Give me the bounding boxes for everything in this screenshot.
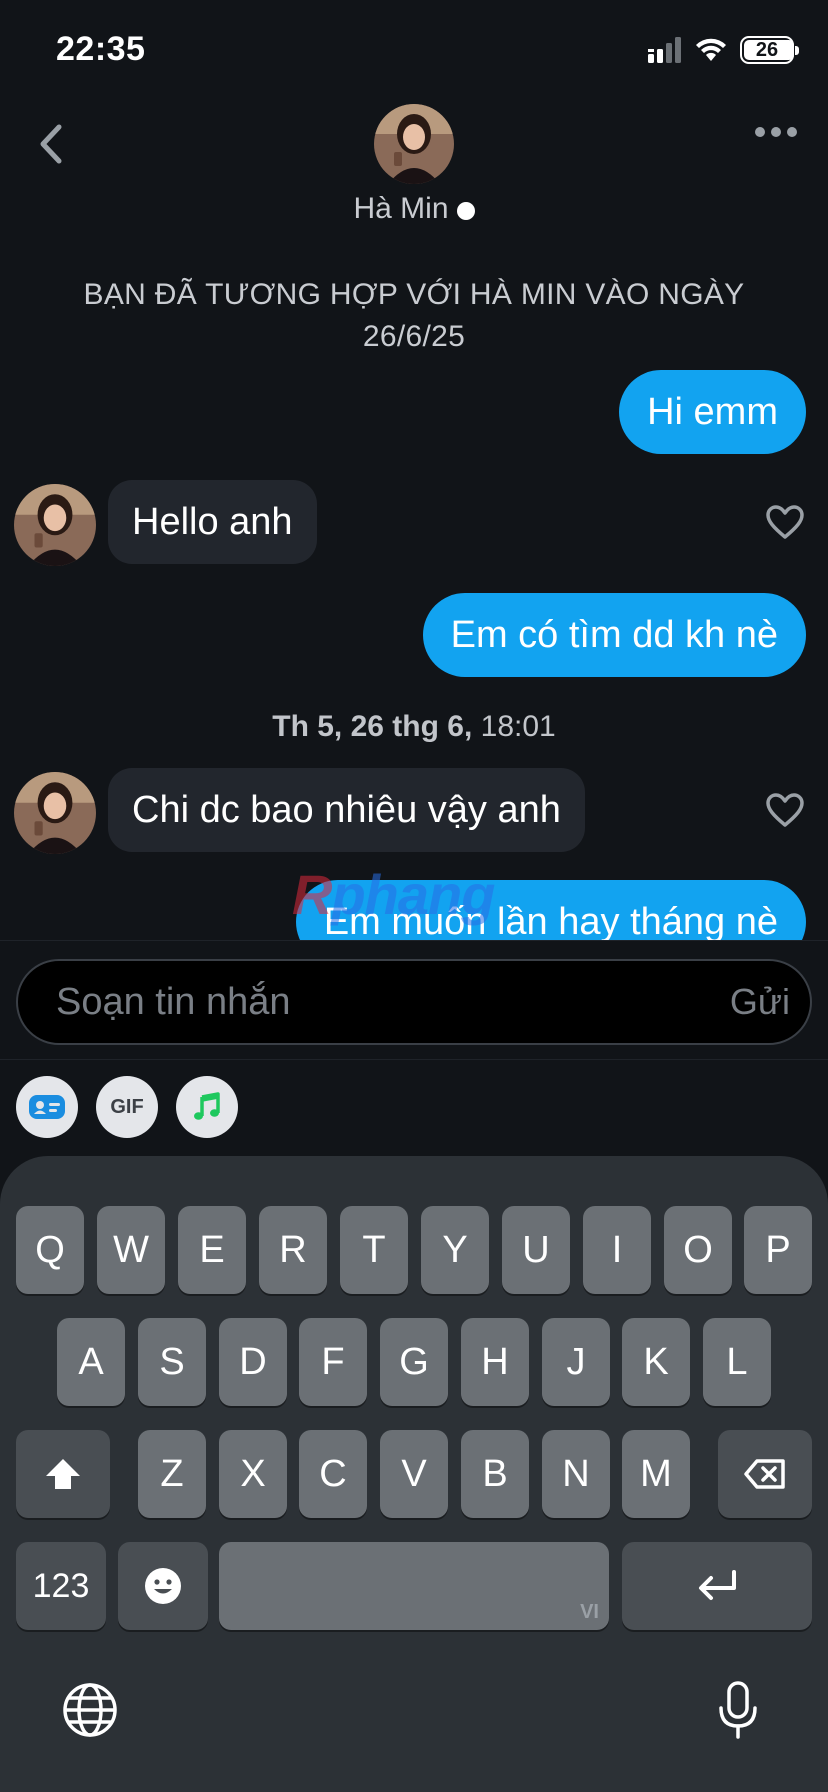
message-bubble-outgoing[interactable]: Hi emm: [619, 370, 806, 454]
music-note-icon: [194, 1092, 220, 1120]
watermark-logo: Rphang: [292, 863, 495, 926]
key-w[interactable]: W: [97, 1206, 165, 1294]
key-v[interactable]: V: [380, 1430, 448, 1518]
key-r[interactable]: R: [259, 1206, 327, 1294]
shift-arrow-icon: [46, 1459, 80, 1489]
key-d[interactable]: D: [219, 1318, 287, 1406]
gif-button[interactable]: GIF: [96, 1076, 158, 1138]
message-timestamp: Th 5, 26 thg 6, 18:01: [0, 710, 828, 744]
key-b[interactable]: B: [461, 1430, 529, 1518]
more-options-button[interactable]: [746, 116, 806, 148]
on-screen-keyboard: Q W E R T Y U I O P A S D F G H J K L Z …: [0, 1156, 828, 1792]
online-status-icon: [456, 202, 475, 220]
key-j[interactable]: J: [542, 1318, 610, 1406]
id-card-icon: [29, 1095, 65, 1119]
key-u[interactable]: U: [502, 1206, 570, 1294]
battery-level: 26: [755, 38, 779, 61]
match-notice: BẠN ĐÃ TƯƠNG HỢP VỚI HÀ MIN VÀO NGÀY 26/…: [83, 278, 745, 353]
key-c[interactable]: C: [299, 1430, 367, 1518]
key-q[interactable]: Q: [16, 1206, 84, 1294]
key-h[interactable]: H: [461, 1318, 529, 1406]
key-s[interactable]: S: [138, 1318, 206, 1406]
avatar-photo: [14, 772, 96, 854]
key-y[interactable]: Y: [421, 1206, 489, 1294]
emoji-icon: [145, 1568, 181, 1604]
gif-label: GIF: [110, 1095, 144, 1118]
key-i[interactable]: I: [583, 1206, 651, 1294]
contact-card-button[interactable]: [16, 1076, 78, 1138]
timestamp-date: Th 5, 26 thg 6,: [272, 710, 473, 743]
dot-icon: [787, 127, 797, 137]
message-bubble-incoming[interactable]: Chi dc bao nhiêu vậy anh: [108, 768, 585, 852]
shift-key[interactable]: [16, 1430, 110, 1518]
dot-icon: [755, 127, 765, 137]
send-button[interactable]: Gửi: [730, 981, 790, 1023]
key-f[interactable]: F: [299, 1318, 367, 1406]
contact-name: Hà Min: [353, 192, 449, 225]
message-avatar[interactable]: [14, 484, 96, 566]
key-e[interactable]: E: [178, 1206, 246, 1294]
key-m[interactable]: M: [622, 1430, 690, 1518]
contact-avatar[interactable]: [374, 104, 454, 184]
key-o[interactable]: O: [664, 1206, 732, 1294]
backspace-key[interactable]: [718, 1430, 812, 1518]
chat-area: Hà Min BẠN ĐÃ TƯƠNG HỢP VỚI HÀ MIN VÀO N…: [0, 0, 828, 940]
message-composer: Gửi: [16, 959, 812, 1045]
microphone-icon: [719, 1681, 757, 1739]
key-z[interactable]: Z: [138, 1430, 206, 1518]
globe-icon: [63, 1683, 117, 1737]
message-bubble-outgoing[interactable]: Em có tìm dd kh nè: [422, 593, 806, 677]
like-heart-button[interactable]: [764, 502, 806, 542]
key-l[interactable]: L: [703, 1318, 771, 1406]
contact-name-row[interactable]: Hà Min: [0, 192, 828, 226]
key-a[interactable]: A: [57, 1318, 125, 1406]
space-key[interactable]: VI: [219, 1542, 609, 1630]
return-arrow-icon: [699, 1570, 736, 1600]
like-heart-button[interactable]: [764, 790, 806, 830]
timestamp-time: 18:01: [480, 710, 556, 743]
back-button[interactable]: [30, 118, 70, 170]
return-key[interactable]: [622, 1542, 812, 1630]
message-bubble-incoming[interactable]: Hello anh: [108, 480, 317, 564]
key-k[interactable]: K: [622, 1318, 690, 1406]
language-indicator: VI: [580, 1601, 599, 1623]
numbers-key[interactable]: 123: [16, 1542, 106, 1630]
key-n[interactable]: N: [542, 1430, 610, 1518]
globe-button[interactable]: [60, 1680, 120, 1740]
key-t[interactable]: T: [340, 1206, 408, 1294]
avatar-photo: [374, 104, 454, 184]
dictation-button[interactable]: [708, 1680, 768, 1740]
music-button[interactable]: [176, 1076, 238, 1138]
backspace-icon: [744, 1459, 785, 1489]
chevron-left-icon: [40, 124, 62, 164]
emoji-key[interactable]: [118, 1542, 208, 1630]
composer-area: Gửi: [0, 940, 828, 1060]
dot-icon: [771, 127, 781, 137]
heart-icon: [766, 505, 804, 539]
avatar-photo: [14, 484, 96, 566]
key-g[interactable]: G: [380, 1318, 448, 1406]
attachment-row: GIF: [16, 1076, 238, 1138]
heart-icon: [766, 793, 804, 827]
message-avatar[interactable]: [14, 772, 96, 854]
message-input[interactable]: [56, 980, 730, 1024]
key-x[interactable]: X: [219, 1430, 287, 1518]
key-p[interactable]: P: [744, 1206, 812, 1294]
